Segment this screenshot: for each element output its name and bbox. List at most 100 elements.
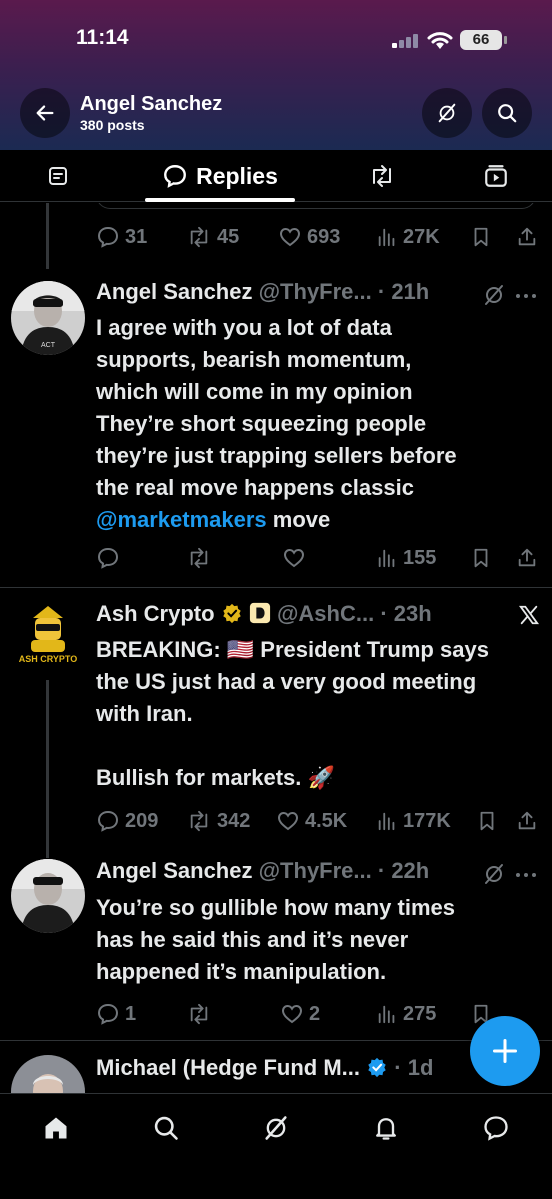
post-text-line: happened it’s manipulation. bbox=[96, 959, 387, 984]
thread-line bbox=[46, 680, 49, 858]
profile-name: Angel Sanchez bbox=[80, 93, 223, 115]
post-text-line: They’re short squeezing people bbox=[96, 411, 427, 436]
search-icon bbox=[154, 1116, 178, 1140]
wifi-icon bbox=[427, 32, 453, 49]
repost-button[interactable] bbox=[186, 999, 212, 1029]
views-button[interactable]: 177K bbox=[376, 806, 451, 836]
more-options-icon[interactable] bbox=[515, 293, 537, 299]
bookmark-button[interactable] bbox=[470, 543, 492, 573]
mention-link[interactable]: @marketmakers bbox=[96, 507, 267, 532]
avatar[interactable] bbox=[11, 859, 85, 933]
verified-blue-icon bbox=[368, 1057, 386, 1078]
post-header: Angel Sanchez @ThyFre... · 21h bbox=[96, 279, 542, 309]
search-button[interactable] bbox=[482, 88, 532, 138]
like-button[interactable]: 4.5K bbox=[276, 806, 347, 836]
nav-search[interactable] bbox=[148, 1110, 184, 1146]
view-count: 155 bbox=[403, 546, 437, 569]
heart-icon bbox=[281, 1004, 303, 1024]
view-count: 27K bbox=[403, 225, 440, 248]
post-header: Angel Sanchez @ThyFre... · 22h bbox=[96, 858, 542, 888]
grok-button[interactable] bbox=[422, 88, 472, 138]
author-name[interactable]: Angel Sanchez bbox=[96, 858, 252, 883]
nav-home[interactable] bbox=[38, 1110, 74, 1146]
svg-text:ACT: ACT bbox=[41, 342, 56, 349]
post-text: I agree with you a lot of data supports,… bbox=[96, 312, 542, 536]
replies-feed[interactable]: 31 45 693 27K ACT Angel Sanchez @ThyFre.… bbox=[0, 203, 552, 1093]
more-options-icon[interactable] bbox=[515, 872, 537, 878]
views-button[interactable]: 27K bbox=[376, 222, 440, 252]
tab-replies[interactable]: Replies bbox=[145, 150, 295, 202]
x-logo-icon bbox=[518, 605, 540, 625]
post-text-line: with Iran. bbox=[96, 701, 193, 726]
share-button[interactable] bbox=[516, 806, 538, 836]
back-button[interactable] bbox=[20, 88, 70, 138]
author-handle[interactable]: @AshC... bbox=[277, 601, 374, 626]
repost-count: 342 bbox=[217, 809, 251, 832]
share-button[interactable] bbox=[516, 543, 538, 573]
reply-icon bbox=[97, 226, 119, 248]
bookmark-button[interactable] bbox=[470, 222, 492, 252]
reply-button[interactable]: 1 bbox=[96, 999, 136, 1029]
quoted-post-edge bbox=[96, 203, 536, 209]
grok-icon[interactable] bbox=[482, 862, 506, 886]
repost-button[interactable] bbox=[186, 543, 212, 573]
post-text-line: has he said this and it’s never bbox=[96, 927, 409, 952]
profile-tabs: Replies bbox=[0, 150, 552, 202]
bookmark-icon bbox=[474, 548, 488, 568]
heart-icon bbox=[283, 548, 305, 568]
repost-button[interactable]: 342 bbox=[186, 806, 250, 836]
chat-bubble-icon bbox=[484, 1116, 508, 1141]
post-time[interactable]: · 21h bbox=[378, 279, 429, 304]
tab-reposts[interactable] bbox=[360, 150, 404, 202]
original-post[interactable]: ASH CRYPTO Ash Crypto @AshC... · 23h BRE… bbox=[0, 588, 552, 858]
battery-tip bbox=[504, 36, 507, 44]
thread-line bbox=[46, 203, 49, 269]
repost-icon bbox=[190, 547, 208, 569]
compose-post-button[interactable] bbox=[470, 1016, 540, 1086]
author-name[interactable]: Ash Crypto bbox=[96, 601, 215, 626]
repost-button[interactable]: 45 bbox=[186, 222, 239, 252]
repost-icon bbox=[190, 810, 208, 832]
affiliate-badge-icon bbox=[249, 602, 270, 624]
nav-messages[interactable] bbox=[478, 1110, 514, 1146]
tab-posts[interactable] bbox=[36, 150, 80, 202]
post-header: Ash Crypto @AshC... · 23h bbox=[96, 601, 542, 631]
avatar[interactable] bbox=[11, 1055, 85, 1093]
post-time[interactable]: · 22h bbox=[378, 858, 429, 883]
nav-notifications[interactable] bbox=[368, 1110, 404, 1146]
plus-icon bbox=[492, 1038, 518, 1064]
avatar-brand-text: ASH CRYPTO bbox=[18, 654, 78, 664]
author-name[interactable]: Angel Sanchez bbox=[96, 279, 252, 304]
nav-grok[interactable] bbox=[258, 1110, 294, 1146]
reply-button[interactable]: 209 bbox=[96, 806, 158, 836]
reply-post[interactable]: Angel Sanchez @ThyFre... · 22h You’re so… bbox=[0, 850, 552, 1040]
post-text-line: they’re just trapping sellers before bbox=[96, 443, 457, 468]
like-button[interactable] bbox=[282, 543, 306, 573]
author-handle[interactable]: @ThyFre... bbox=[259, 279, 372, 304]
bell-icon bbox=[376, 1118, 396, 1140]
avatar[interactable]: ACT bbox=[11, 281, 85, 355]
views-button[interactable]: 275 bbox=[376, 999, 436, 1029]
like-button[interactable]: 2 bbox=[280, 999, 320, 1029]
reply-button[interactable]: 31 bbox=[96, 222, 147, 252]
post-text-line: You’re so gullible how many times bbox=[96, 895, 455, 920]
like-count: 693 bbox=[307, 225, 341, 248]
bookmark-button[interactable] bbox=[476, 806, 498, 836]
avatar-image: ACT bbox=[11, 281, 85, 355]
like-button[interactable]: 693 bbox=[278, 222, 340, 252]
reply-post[interactable]: ACT Angel Sanchez @ThyFre... · 21h I agr… bbox=[0, 273, 552, 589]
post-time[interactable]: · 1d bbox=[394, 1055, 433, 1080]
posts-tab-icon bbox=[49, 167, 67, 185]
reply-button[interactable] bbox=[96, 543, 120, 573]
grok-icon bbox=[265, 1116, 287, 1140]
views-button[interactable]: 155 bbox=[376, 543, 436, 573]
status-bar: 11:14 66 bbox=[0, 26, 552, 56]
grok-icon[interactable] bbox=[482, 283, 506, 307]
share-button[interactable] bbox=[516, 222, 538, 252]
view-count: 177K bbox=[403, 809, 451, 832]
post-time[interactable]: · 23h bbox=[380, 601, 431, 626]
tab-media[interactable] bbox=[474, 150, 518, 202]
author-name[interactable]: Michael (Hedge Fund M... bbox=[96, 1055, 360, 1080]
repost-tab-icon bbox=[373, 165, 391, 187]
author-handle[interactable]: @ThyFre... bbox=[259, 858, 372, 883]
